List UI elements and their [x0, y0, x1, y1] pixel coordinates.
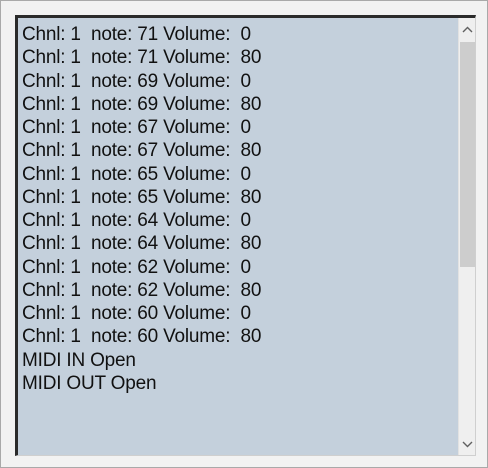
- scroll-down-button[interactable]: [459, 433, 475, 455]
- log-line[interactable]: Chnl: 1 note: 69 Volume: 80: [22, 93, 458, 116]
- log-line[interactable]: Chnl: 1 note: 64 Volume: 0: [22, 209, 458, 232]
- log-line[interactable]: Chnl: 1 note: 71 Volume: 0: [22, 23, 458, 46]
- chevron-up-icon: [462, 26, 473, 32]
- log-line[interactable]: Chnl: 1 note: 62 Volume: 80: [22, 279, 458, 302]
- vertical-scrollbar[interactable]: [458, 18, 475, 455]
- log-line[interactable]: Chnl: 1 note: 64 Volume: 80: [22, 232, 458, 255]
- log-line[interactable]: Chnl: 1 note: 62 Volume: 0: [22, 256, 458, 279]
- log-line[interactable]: MIDI OUT Open: [22, 372, 458, 395]
- chevron-down-icon: [462, 441, 473, 447]
- log-line[interactable]: Chnl: 1 note: 60 Volume: 0: [22, 302, 458, 325]
- log-line[interactable]: Chnl: 1 note: 67 Volume: 80: [22, 139, 458, 162]
- window-frame: Chnl: 1 note: 71 Volume: 0 Chnl: 1 note: …: [0, 0, 488, 468]
- log-line[interactable]: Chnl: 1 note: 60 Volume: 80: [22, 325, 458, 348]
- log-line[interactable]: Chnl: 1 note: 69 Volume: 0: [22, 70, 458, 93]
- log-line[interactable]: Chnl: 1 note: 67 Volume: 0: [22, 116, 458, 139]
- log-line[interactable]: Chnl: 1 note: 71 Volume: 80: [22, 46, 458, 69]
- log-line[interactable]: MIDI IN Open: [22, 349, 458, 372]
- scroll-thumb[interactable]: [460, 42, 475, 267]
- midi-log-list: Chnl: 1 note: 71 Volume: 0 Chnl: 1 note: …: [18, 18, 458, 455]
- scroll-up-button[interactable]: [459, 18, 475, 40]
- log-line[interactable]: Chnl: 1 note: 65 Volume: 80: [22, 186, 458, 209]
- log-line[interactable]: Chnl: 1 note: 65 Volume: 0: [22, 163, 458, 186]
- midi-log-listbox[interactable]: Chnl: 1 note: 71 Volume: 0 Chnl: 1 note: …: [15, 15, 476, 456]
